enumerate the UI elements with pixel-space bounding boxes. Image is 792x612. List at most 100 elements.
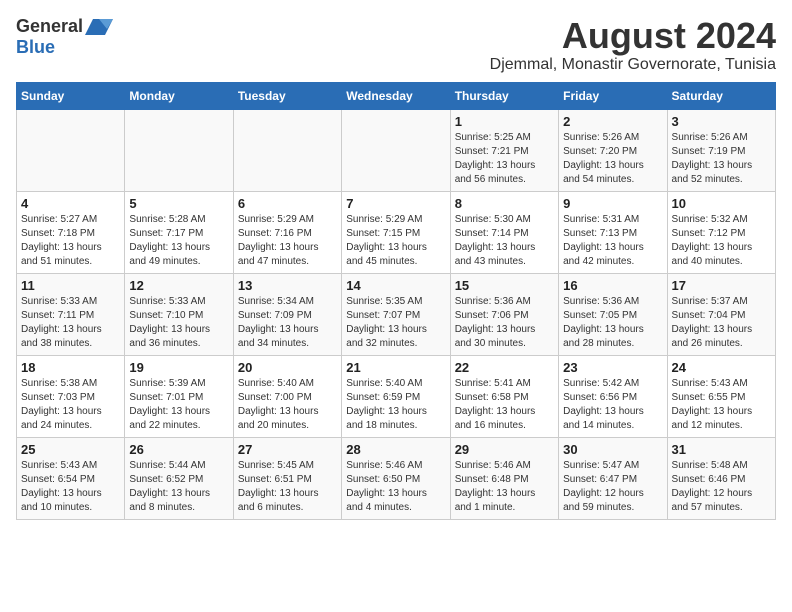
page-header: General Blue August 2024 Djemmal, Monast… <box>16 16 776 74</box>
calendar-cell: 19 Sunrise: 5:39 AMSunset: 7:01 PMDayligh… <box>125 355 233 437</box>
day-number: 6 <box>238 196 337 211</box>
calendar-title: August 2024 <box>490 16 776 56</box>
calendar-cell: 5 Sunrise: 5:28 AMSunset: 7:17 PMDaylight… <box>125 191 233 273</box>
day-number: 31 <box>672 442 771 457</box>
calendar-cell: 26 Sunrise: 5:44 AMSunset: 6:52 PMDayligh… <box>125 437 233 519</box>
day-number: 26 <box>129 442 228 457</box>
day-number: 24 <box>672 360 771 375</box>
day-number: 7 <box>346 196 445 211</box>
calendar-header-row: SundayMondayTuesdayWednesdayThursdayFrid… <box>17 82 776 109</box>
calendar-cell <box>342 109 450 191</box>
day-info: Sunrise: 5:34 AMSunset: 7:09 PMDaylight:… <box>238 295 337 351</box>
day-info: Sunrise: 5:36 AMSunset: 7:05 PMDaylight:… <box>563 295 662 351</box>
calendar-cell: 14 Sunrise: 5:35 AMSunset: 7:07 PMDayligh… <box>342 273 450 355</box>
day-number: 21 <box>346 360 445 375</box>
day-info: Sunrise: 5:26 AMSunset: 7:19 PMDaylight:… <box>672 131 771 187</box>
day-number: 8 <box>455 196 554 211</box>
day-info: Sunrise: 5:28 AMSunset: 7:17 PMDaylight:… <box>129 213 228 269</box>
day-info: Sunrise: 5:26 AMSunset: 7:20 PMDaylight:… <box>563 131 662 187</box>
calendar-cell: 15Sunrise: 5:36 AMSunset: 7:06 PMDayligh… <box>450 273 558 355</box>
logo-icon <box>85 17 113 37</box>
day-info: Sunrise: 5:42 AMSunset: 6:56 PMDaylight:… <box>563 377 662 433</box>
day-info: Sunrise: 5:39 AMSunset: 7:01 PMDaylight:… <box>129 377 228 433</box>
calendar-cell: 25Sunrise: 5:43 AMSunset: 6:54 PMDayligh… <box>17 437 125 519</box>
calendar-cell: 11 Sunrise: 5:33 AMSunset: 7:11 PMDayligh… <box>17 273 125 355</box>
calendar-cell: 30 Sunrise: 5:47 AMSunset: 6:47 PMDayligh… <box>559 437 667 519</box>
calendar-cell: 23Sunrise: 5:42 AMSunset: 6:56 PMDayligh… <box>559 355 667 437</box>
day-info: Sunrise: 5:32 AMSunset: 7:12 PMDaylight:… <box>672 213 771 269</box>
calendar-cell: 13 Sunrise: 5:34 AMSunset: 7:09 PMDayligh… <box>233 273 341 355</box>
day-number: 9 <box>563 196 662 211</box>
day-info: Sunrise: 5:43 AMSunset: 6:54 PMDaylight:… <box>21 459 120 515</box>
calendar-cell: 12Sunrise: 5:33 AMSunset: 7:10 PMDayligh… <box>125 273 233 355</box>
day-number: 27 <box>238 442 337 457</box>
calendar-cell: 7 Sunrise: 5:29 AMSunset: 7:15 PMDaylight… <box>342 191 450 273</box>
day-info: Sunrise: 5:41 AMSunset: 6:58 PMDaylight:… <box>455 377 554 433</box>
day-info: Sunrise: 5:35 AMSunset: 7:07 PMDaylight:… <box>346 295 445 351</box>
day-info: Sunrise: 5:31 AMSunset: 7:13 PMDaylight:… <box>563 213 662 269</box>
day-info: Sunrise: 5:47 AMSunset: 6:47 PMDaylight:… <box>563 459 662 515</box>
day-number: 29 <box>455 442 554 457</box>
day-number: 20 <box>238 360 337 375</box>
day-number: 18 <box>21 360 120 375</box>
logo-blue-text: Blue <box>16 37 55 57</box>
day-info: Sunrise: 5:29 AMSunset: 7:15 PMDaylight:… <box>346 213 445 269</box>
day-info: Sunrise: 5:48 AMSunset: 6:46 PMDaylight:… <box>672 459 771 515</box>
day-info: Sunrise: 5:33 AMSunset: 7:10 PMDaylight:… <box>129 295 228 351</box>
calendar-cell: 27 Sunrise: 5:45 AMSunset: 6:51 PMDayligh… <box>233 437 341 519</box>
day-info: Sunrise: 5:44 AMSunset: 6:52 PMDaylight:… <box>129 459 228 515</box>
calendar-cell: 28Sunrise: 5:46 AMSunset: 6:50 PMDayligh… <box>342 437 450 519</box>
logo: General Blue <box>16 16 113 58</box>
calendar-cell: 18 Sunrise: 5:38 AMSunset: 7:03 PMDayligh… <box>17 355 125 437</box>
calendar-cell: 10 Sunrise: 5:32 AMSunset: 7:12 PMDayligh… <box>667 191 775 273</box>
calendar-table: SundayMondayTuesdayWednesdayThursdayFrid… <box>16 82 776 520</box>
day-number: 14 <box>346 278 445 293</box>
day-number: 5 <box>129 196 228 211</box>
column-header-wednesday: Wednesday <box>342 82 450 109</box>
calendar-cell: 22Sunrise: 5:41 AMSunset: 6:58 PMDayligh… <box>450 355 558 437</box>
day-number: 30 <box>563 442 662 457</box>
day-number: 13 <box>238 278 337 293</box>
calendar-cell: 6 Sunrise: 5:29 AMSunset: 7:16 PMDaylight… <box>233 191 341 273</box>
calendar-cell: 1Sunrise: 5:25 AMSunset: 7:21 PMDaylight… <box>450 109 558 191</box>
day-info: Sunrise: 5:40 AMSunset: 6:59 PMDaylight:… <box>346 377 445 433</box>
calendar-cell: 9 Sunrise: 5:31 AMSunset: 7:13 PMDaylight… <box>559 191 667 273</box>
calendar-week-row: 25Sunrise: 5:43 AMSunset: 6:54 PMDayligh… <box>17 437 776 519</box>
calendar-cell: 3 Sunrise: 5:26 AMSunset: 7:19 PMDaylight… <box>667 109 775 191</box>
day-info: Sunrise: 5:37 AMSunset: 7:04 PMDaylight:… <box>672 295 771 351</box>
day-number: 11 <box>21 278 120 293</box>
day-number: 1 <box>455 114 554 129</box>
day-info: Sunrise: 5:38 AMSunset: 7:03 PMDaylight:… <box>21 377 120 433</box>
column-header-sunday: Sunday <box>17 82 125 109</box>
column-header-monday: Monday <box>125 82 233 109</box>
day-info: Sunrise: 5:46 AMSunset: 6:48 PMDaylight:… <box>455 459 554 515</box>
calendar-week-row: 11 Sunrise: 5:33 AMSunset: 7:11 PMDayligh… <box>17 273 776 355</box>
calendar-cell: 29 Sunrise: 5:46 AMSunset: 6:48 PMDayligh… <box>450 437 558 519</box>
column-header-tuesday: Tuesday <box>233 82 341 109</box>
day-info: Sunrise: 5:27 AMSunset: 7:18 PMDaylight:… <box>21 213 120 269</box>
day-number: 15 <box>455 278 554 293</box>
day-number: 16 <box>563 278 662 293</box>
calendar-subtitle: Djemmal, Monastir Governorate, Tunisia <box>490 56 776 74</box>
title-block: August 2024 Djemmal, Monastir Governorat… <box>490 16 776 74</box>
calendar-cell <box>17 109 125 191</box>
day-number: 4 <box>21 196 120 211</box>
calendar-week-row: 1Sunrise: 5:25 AMSunset: 7:21 PMDaylight… <box>17 109 776 191</box>
day-number: 3 <box>672 114 771 129</box>
calendar-cell: 8 Sunrise: 5:30 AMSunset: 7:14 PMDaylight… <box>450 191 558 273</box>
day-info: Sunrise: 5:33 AMSunset: 7:11 PMDaylight:… <box>21 295 120 351</box>
day-number: 10 <box>672 196 771 211</box>
day-number: 19 <box>129 360 228 375</box>
logo-general-text: General <box>16 16 83 37</box>
day-info: Sunrise: 5:29 AMSunset: 7:16 PMDaylight:… <box>238 213 337 269</box>
column-header-thursday: Thursday <box>450 82 558 109</box>
calendar-cell: 17Sunrise: 5:37 AMSunset: 7:04 PMDayligh… <box>667 273 775 355</box>
column-header-saturday: Saturday <box>667 82 775 109</box>
column-header-friday: Friday <box>559 82 667 109</box>
calendar-week-row: 4 Sunrise: 5:27 AMSunset: 7:18 PMDaylight… <box>17 191 776 273</box>
day-info: Sunrise: 5:45 AMSunset: 6:51 PMDaylight:… <box>238 459 337 515</box>
calendar-cell: 31 Sunrise: 5:48 AMSunset: 6:46 PMDayligh… <box>667 437 775 519</box>
day-number: 28 <box>346 442 445 457</box>
day-info: Sunrise: 5:30 AMSunset: 7:14 PMDaylight:… <box>455 213 554 269</box>
calendar-week-row: 18 Sunrise: 5:38 AMSunset: 7:03 PMDayligh… <box>17 355 776 437</box>
